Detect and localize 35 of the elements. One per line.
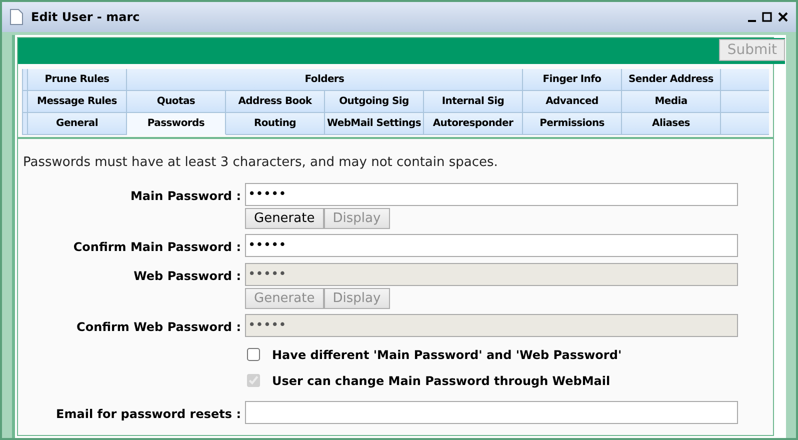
tab[interactable]: Autoresponder <box>424 113 523 135</box>
checkbox-label: User can change Main Password through WebMail <box>272 372 610 390</box>
tab[interactable]: Message Rules <box>28 91 127 113</box>
field-label: Web Password : <box>134 268 241 284</box>
tab[interactable]: Outgoing Sig <box>325 91 424 113</box>
tab[interactable]: Routing <box>226 113 325 135</box>
tab[interactable]: Advanced <box>523 91 622 113</box>
field-label: Main Password : <box>130 188 241 204</box>
tab[interactable]: Permissions <box>523 113 622 135</box>
tab[interactable]: Finger Info <box>523 69 622 91</box>
field-label: Confirm Web Password : <box>76 318 241 334</box>
tab[interactable]: Folders <box>127 69 523 91</box>
document-icon <box>10 9 23 25</box>
tab[interactable]: Internal Sig <box>424 91 523 113</box>
maximize-icon[interactable] <box>762 12 772 22</box>
password-rules-text: Passwords must have at least 3 characters, and may not contain spaces. <box>23 154 499 172</box>
checkbox[interactable] <box>247 348 260 361</box>
tab[interactable]: Sender Address <box>622 69 721 91</box>
tab[interactable]: General <box>28 113 127 135</box>
field-label: Confirm Main Password : <box>73 238 241 254</box>
window-title: Edit User - marc <box>31 9 140 26</box>
tab[interactable]: Aliases <box>622 113 721 135</box>
tab[interactable]: Media <box>622 91 721 113</box>
tab[interactable]: Prune Rules <box>28 69 127 91</box>
tab[interactable]: Quotas <box>127 91 226 113</box>
tab[interactable]: Address Book <box>226 91 325 113</box>
password-field[interactable]: ••••• <box>245 183 738 206</box>
close-icon[interactable] <box>778 12 788 22</box>
action-button[interactable]: Generate <box>245 208 324 228</box>
field-label: Email for password resets : <box>56 406 241 422</box>
password-field[interactable]: ••••• <box>245 234 738 257</box>
checkbox-label: Have different 'Main Password' and 'Web Password' <box>272 346 622 364</box>
tab[interactable]: WebMail Settings <box>325 113 424 135</box>
tab[interactable]: Passwords <box>127 113 226 135</box>
email-field[interactable] <box>245 401 738 424</box>
